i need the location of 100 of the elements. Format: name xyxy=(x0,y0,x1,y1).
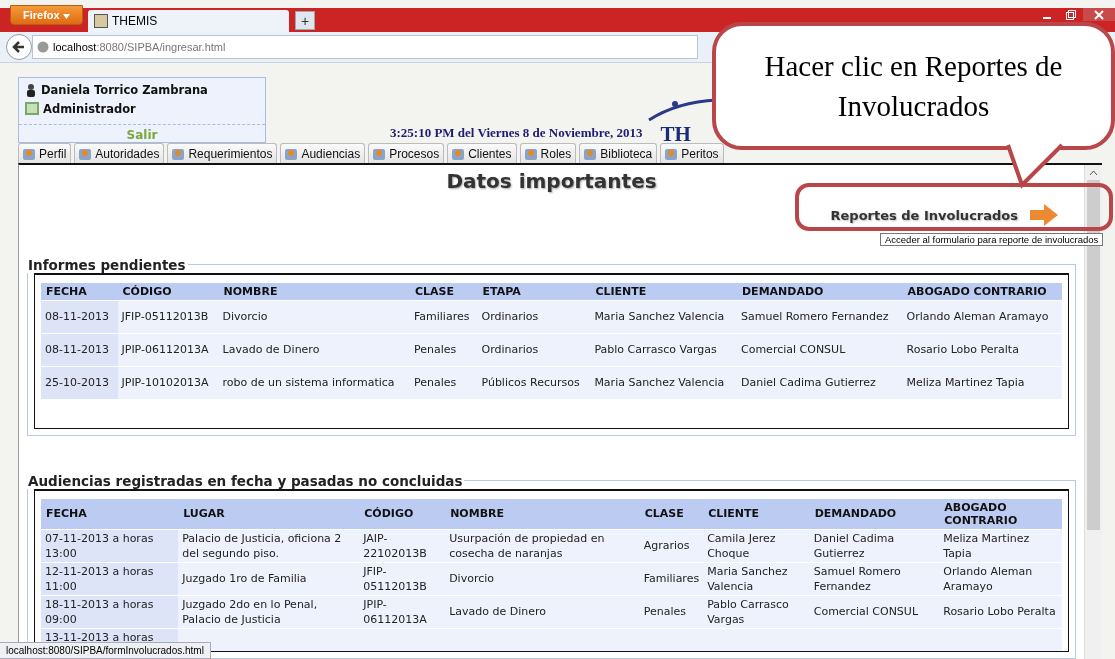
address-bar[interactable]: localhost:8080/SIPBA/ingresar.html xyxy=(32,35,698,59)
table-cell: Meliza Martinez Tapia xyxy=(939,529,1062,562)
user-name: Daniela Torrico Zambrana xyxy=(41,82,208,97)
column-header: CLASE xyxy=(410,282,478,300)
restore-icon xyxy=(1066,9,1076,20)
table-cell: Lavado de Dinero xyxy=(218,333,410,366)
nav-tab[interactable]: Requerimientos xyxy=(167,143,278,163)
nav-tab[interactable]: Roles xyxy=(519,143,577,163)
tooltip: Acceder al formulario para reporte de involucrados xyxy=(880,233,1104,246)
user-icon xyxy=(25,82,37,97)
table-cell: JPIP-10102013A xyxy=(117,366,219,399)
nav-tab[interactable]: Autoridades xyxy=(74,143,165,163)
table-cell: Orlando Aleman Aramayo xyxy=(902,300,1062,333)
section-title: Audiencias registradas en fecha y pasadas no concluidas xyxy=(27,472,464,489)
nav-tab[interactable]: Peritos xyxy=(660,143,724,163)
arrow-icon xyxy=(1030,204,1058,226)
table-cell: JAIP-22102013B xyxy=(359,529,446,562)
table-cell: Rosario Lobo Peralta xyxy=(902,333,1062,366)
caret-icon xyxy=(62,14,70,19)
table-cell: Públicos Recursos xyxy=(477,366,591,399)
column-header: ETAPA xyxy=(477,282,591,300)
back-arrow-icon xyxy=(12,40,26,54)
table-cell: Comercial CONSUL xyxy=(737,333,903,366)
table-cell: Juzgado 2do en lo Penal, Palacio de Justicia xyxy=(178,595,360,628)
table-cell: Maria Sanchez Valencia xyxy=(703,562,810,595)
column-header: LUGAR xyxy=(178,498,360,529)
close-button[interactable] xyxy=(1083,8,1115,21)
table-cell: 18-11-2013 a horas 09:00 xyxy=(41,595,179,628)
table-cell: Maria Sanchez Valencia xyxy=(590,366,737,399)
table-cell: Familiares xyxy=(410,300,478,333)
table-cell: JPIP-06112013A xyxy=(359,595,446,628)
table-cell: Meliza Martinez Tapia xyxy=(902,366,1062,399)
tab-title: THEMIS xyxy=(112,14,158,28)
column-header: CLIENTE xyxy=(590,282,737,300)
table-cell: Rosario Lobo Peralta xyxy=(939,595,1062,628)
column-header: CLIENTE xyxy=(703,498,810,529)
table-cell: Lavado de Dinero xyxy=(445,595,640,628)
table-cell: 12-11-2013 a horas 11:00 xyxy=(41,562,179,595)
table-cell: Agrarios xyxy=(639,529,704,562)
status-url: localhost:8080/SIPBA/formInvolucrados.html xyxy=(0,642,211,659)
new-tab-button[interactable]: + xyxy=(295,11,315,30)
column-header: FECHA xyxy=(41,498,179,529)
table-cell: Divorcio xyxy=(218,300,410,333)
close-icon xyxy=(1094,9,1104,20)
user-role: Administrador xyxy=(43,101,136,116)
back-button[interactable] xyxy=(6,34,32,60)
table-cell: 25-10-2013 xyxy=(41,366,118,399)
nav-tab[interactable]: Perfil xyxy=(18,143,72,163)
column-header: CÓDIGO xyxy=(359,498,446,529)
table-cell: Samuel Romero Fernandez xyxy=(809,562,940,595)
table-cell: Divorcio xyxy=(445,562,640,595)
report-link[interactable]: Reportes de Involucrados xyxy=(830,207,1018,223)
table-cell: JPIP-06112013A xyxy=(117,333,219,366)
column-header: CÓDIGO xyxy=(117,282,219,300)
table-cell: Samuel Romero Fernandez xyxy=(737,300,903,333)
table-cell: Penales xyxy=(410,333,478,366)
table-cell: Camila Jerez Choque xyxy=(703,529,810,562)
page-icon xyxy=(94,14,108,28)
column-header: DEMANDADO xyxy=(737,282,903,300)
table-cell: Usurpación de propiedad en cosecha de naranjas xyxy=(445,529,640,562)
table-cell: Comercial CONSUL xyxy=(809,595,940,628)
table-cell: Ordinarios xyxy=(477,333,591,366)
column-header: DEMANDADO xyxy=(809,498,940,529)
browser-tab[interactable]: THEMIS xyxy=(88,10,289,32)
date-time: 3:25:10 PM del Viernes 8 de Noviembre, 2013 xyxy=(390,125,643,141)
table-cell: Daniel Cadima Gutierrez xyxy=(737,366,903,399)
page-title: Datos importantes xyxy=(445,169,658,193)
picture-icon xyxy=(25,102,39,115)
table-cell: robo de un sistema informatica xyxy=(218,366,410,399)
table-cell: 08-11-2013 xyxy=(41,300,118,333)
column-header: NOMBRE xyxy=(218,282,410,300)
column-header: ABOGADO CONTRARIO xyxy=(939,498,1062,529)
table-cell: Juzgado 1ro de Familia xyxy=(178,562,360,595)
table-cell: Penales xyxy=(410,366,478,399)
table-cell: Pablo Carrasco Vargas xyxy=(703,595,810,628)
table-cell: Palacio de Justicia, oficiona 2 del segundo piso. xyxy=(178,529,360,562)
column-header: ABOGADO CONTRARIO xyxy=(902,282,1062,300)
table-cell: Penales xyxy=(639,595,704,628)
nav-tab[interactable]: Procesos xyxy=(368,143,445,163)
table-cell: JFIP-05112013B xyxy=(117,300,219,333)
table-cell: Orlando Aleman Aramayo xyxy=(939,562,1062,595)
table-cell: Daniel Cadima Gutierrez xyxy=(809,529,940,562)
globe-icon xyxy=(37,41,49,53)
minimize-icon xyxy=(1043,16,1051,19)
table-cell: 08-11-2013 xyxy=(41,333,118,366)
table-cell: Maria Sanchez Valencia xyxy=(590,300,737,333)
nav-tab[interactable]: Clientes xyxy=(447,143,517,163)
section-title: Informes pendientes xyxy=(27,256,187,273)
callout-bubble: Hacer clic en Reportes de Involucrados xyxy=(712,22,1115,150)
table-cell: JFIP-05112013B xyxy=(359,562,446,595)
column-header: FECHA xyxy=(41,282,118,300)
nav-tab[interactable]: Biblioteca xyxy=(579,143,658,163)
nav-tab[interactable]: Audiencias xyxy=(280,143,366,163)
table-cell: Ordinarios xyxy=(477,300,591,333)
table-cell: 07-11-2013 a horas 13:00 xyxy=(41,529,179,562)
scroll-up-icon xyxy=(1089,170,1098,176)
column-header: CLASE xyxy=(639,498,704,529)
table-cell: Familiares xyxy=(639,562,704,595)
column-header: NOMBRE xyxy=(445,498,640,529)
table-cell: Pablo Carrasco Vargas xyxy=(590,333,737,366)
